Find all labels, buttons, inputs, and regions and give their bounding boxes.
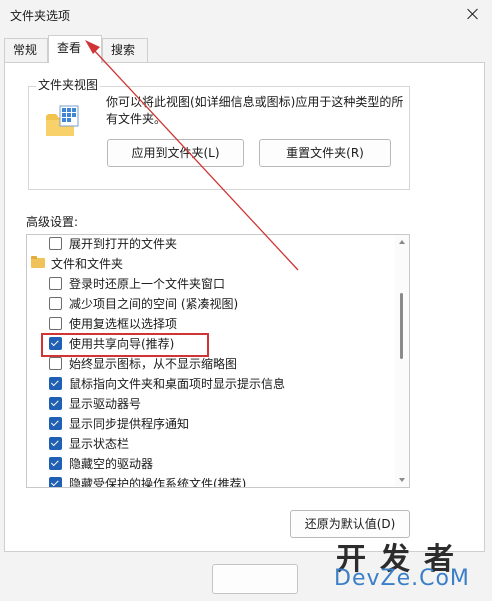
tab-view[interactable]: 查看 (48, 35, 102, 63)
setting-show-drive-letters[interactable]: 显示驱动器号 (27, 393, 395, 413)
setting-always-show-icons[interactable]: 始终显示图标，从不显示缩略图 (27, 353, 395, 373)
window-title: 文件夹选项 (10, 9, 71, 23)
checkbox[interactable] (49, 436, 62, 450)
category-files-and-folders: 文件和文件夹 (27, 253, 395, 273)
checkbox[interactable] (49, 336, 62, 350)
setting-label: 隐藏空的驱动器 (69, 456, 154, 471)
setting-expand-to-open-folder[interactable]: 展开到打开的文件夹 (27, 235, 395, 253)
setting-use-check-boxes[interactable]: 使用复选框以选择项 (27, 313, 395, 333)
setting-label: 使用复选框以选择项 (69, 316, 178, 331)
setting-label: 使用共享向导(推荐) (69, 336, 175, 351)
checkbox[interactable] (49, 456, 62, 470)
setting-label: 始终显示图标，从不显示缩略图 (69, 356, 238, 371)
scroll-up-arrow-icon[interactable] (399, 240, 405, 244)
close-button[interactable] (460, 2, 486, 26)
checkbox[interactable] (49, 316, 62, 330)
setting-restore-previous-windows[interactable]: 登录时还原上一个文件夹窗口 (27, 273, 395, 293)
checkbox[interactable] (49, 416, 62, 430)
title-bar: 文件夹选项 (0, 0, 492, 34)
setting-hide-protected-os-files[interactable]: 隐藏受保护的操作系统文件(推荐) (27, 473, 395, 488)
setting-show-status-bar[interactable]: 显示状态栏 (27, 433, 395, 453)
reset-folders-button[interactable]: 重置文件夹(R) (259, 139, 391, 167)
ok-button[interactable] (212, 564, 298, 594)
checkbox[interactable] (49, 276, 62, 290)
watermark-en: DevZe.CoM (334, 566, 470, 591)
setting-label: 显示状态栏 (69, 436, 130, 451)
checkbox[interactable] (49, 236, 62, 250)
folder-icon (31, 256, 45, 268)
setting-show-sync-notifications[interactable]: 显示同步提供程序通知 (27, 413, 395, 433)
setting-show-pop-up-description[interactable]: 鼠标指向文件夹和桌面项时显示提示信息 (27, 373, 395, 393)
scroll-down-arrow-icon[interactable] (399, 478, 405, 482)
checkbox[interactable] (49, 396, 62, 410)
setting-use-sharing-wizard[interactable]: 使用共享向导(推荐) (27, 333, 395, 357)
setting-label: 登录时还原上一个文件夹窗口 (69, 276, 226, 291)
tab-general[interactable]: 常规 (4, 38, 48, 62)
checkbox[interactable] (49, 476, 62, 487)
checkbox[interactable] (49, 356, 62, 370)
advanced-settings-list[interactable]: 展开到打开的文件夹 文件和文件夹 登录时还原上一个文件夹窗口 减少项目之间的空间… (26, 234, 410, 488)
advanced-settings-label: 高级设置: (26, 215, 79, 229)
checkbox[interactable] (49, 376, 62, 390)
folder-view-icon (46, 105, 79, 136)
setting-label: 隐藏受保护的操作系统文件(推荐) (69, 476, 247, 488)
tab-search[interactable]: 搜索 (102, 38, 148, 62)
setting-label: 显示驱动器号 (69, 396, 142, 411)
close-icon (467, 8, 479, 20)
setting-label: 显示同步提供程序通知 (69, 416, 190, 431)
checkbox[interactable] (49, 296, 62, 310)
setting-label: 减少项目之间的空间 (紧凑视图) (69, 296, 239, 311)
setting-label: 展开到打开的文件夹 (69, 236, 178, 251)
folder-views-description: 你可以将此视图(如详细信息或图标)应用于这种类型的所有文件夹。 (106, 95, 404, 126)
category-label: 文件和文件夹 (51, 256, 124, 271)
setting-hide-empty-drives[interactable]: 隐藏空的驱动器 (27, 453, 395, 473)
scrollbar[interactable] (395, 235, 409, 487)
setting-label: 鼠标指向文件夹和桌面项时显示提示信息 (69, 376, 286, 391)
folder-views-label: 文件夹视图 (36, 76, 101, 93)
apply-to-folders-button[interactable]: 应用到文件夹(L) (107, 139, 244, 167)
scroll-thumb[interactable] (400, 293, 403, 359)
setting-compact-view[interactable]: 减少项目之间的空间 (紧凑视图) (27, 293, 395, 313)
